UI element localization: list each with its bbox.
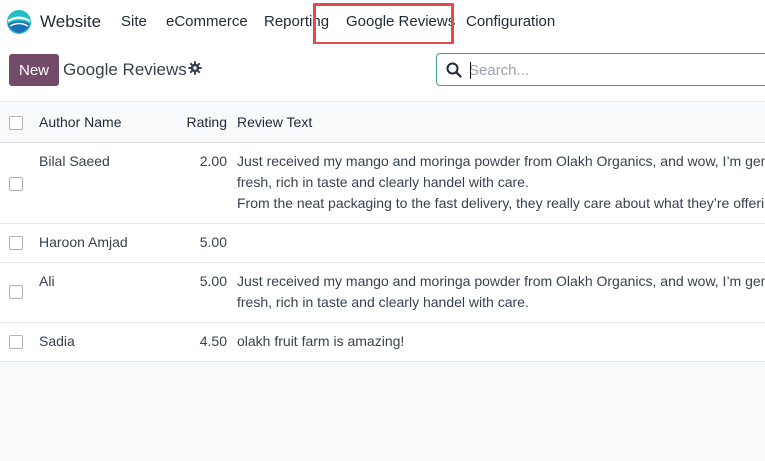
column-header-review-text[interactable]: Review Text — [237, 112, 312, 133]
author-name-cell: Ali — [39, 273, 55, 289]
text-caret — [470, 62, 471, 79]
rating-cell: 5.00 — [199, 273, 227, 289]
menu-configuration[interactable]: Configuration — [466, 13, 555, 30]
table-header-row: Author Name Rating Review Text — [0, 102, 765, 143]
app-name[interactable]: Website — [40, 12, 101, 32]
review-text-line: From the neat packaging to the fast deli… — [237, 195, 765, 211]
highlight-annotation-box — [313, 3, 454, 45]
review-text-line: Just received my mango and moringa powde… — [237, 153, 765, 169]
column-header-author-name[interactable]: Author Name — [39, 112, 121, 133]
row-checkbox[interactable] — [9, 236, 23, 250]
author-name-cell: Bilal Saeed — [39, 153, 110, 169]
search-box[interactable] — [436, 53, 765, 86]
page-title: Google Reviews — [63, 60, 187, 79]
table-row[interactable]: Sadia 4.50 olakh fruit farm is amazing! — [0, 323, 765, 362]
review-text-line: Just received my mango and moringa powde… — [237, 273, 765, 289]
row-checkbox[interactable] — [9, 177, 23, 191]
table-row[interactable]: Ali 5.00 Just received my mango and mori… — [0, 263, 765, 323]
gear-icon[interactable] — [188, 61, 202, 75]
search-icon — [446, 62, 462, 78]
top-navbar: Website Site eCommerce Reporting Google … — [0, 0, 765, 45]
control-panel: New Google Reviews — [0, 44, 765, 102]
review-text-line: olakh fruit farm is amazing! — [237, 333, 405, 349]
search-input[interactable] — [469, 58, 759, 82]
menu-ecommerce[interactable]: eCommerce — [166, 13, 248, 30]
column-header-rating[interactable]: Rating — [167, 112, 227, 133]
new-button[interactable]: New — [9, 54, 59, 86]
review-text-line: fresh, rich in taste and clearly handel … — [237, 174, 529, 190]
table-row[interactable]: Bilal Saeed 2.00 Just received my mango … — [0, 143, 765, 224]
select-all-checkbox[interactable] — [9, 116, 23, 130]
rating-cell: 5.00 — [199, 234, 227, 250]
row-checkbox[interactable] — [9, 335, 23, 349]
author-name-cell: Sadia — [39, 333, 75, 349]
rating-cell: 4.50 — [199, 333, 227, 349]
odoo-app-logo-icon[interactable] — [6, 9, 32, 35]
reviews-table: Author Name Rating Review Text Bilal Sae… — [0, 102, 765, 362]
rating-cell: 2.00 — [199, 153, 227, 169]
author-name-cell: Haroon Amjad — [39, 234, 128, 250]
menu-site[interactable]: Site — [121, 13, 147, 30]
table-row[interactable]: Haroon Amjad 5.00 — [0, 224, 765, 263]
row-checkbox[interactable] — [9, 285, 23, 299]
review-text-line: fresh, rich in taste and clearly handel … — [237, 294, 529, 310]
